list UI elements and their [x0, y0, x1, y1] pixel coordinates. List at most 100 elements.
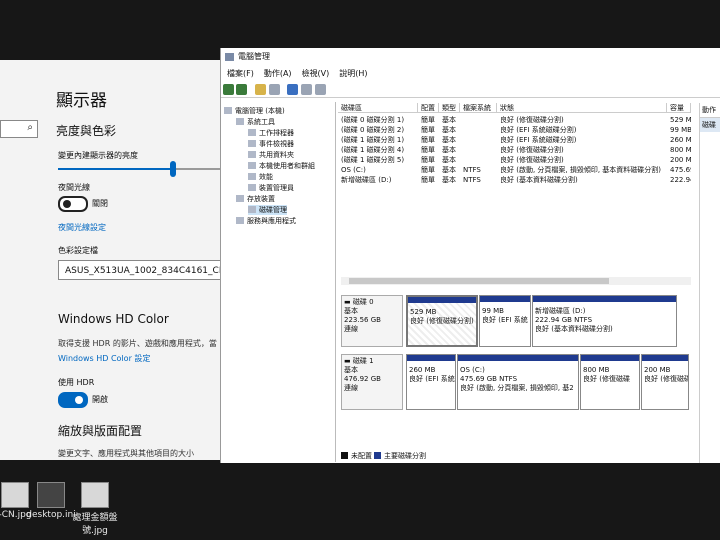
actions-pane: 動作 磁碟 — [699, 103, 720, 463]
tree-node-icon — [248, 140, 256, 147]
hd-color-description: 取得支援 HDR 的影片、遊戲和應用程式，當 — [58, 339, 217, 348]
brightness-slider[interactable] — [58, 168, 222, 170]
show-hide-tree-icon[interactable] — [269, 84, 280, 95]
tree-node-label: 事件檢視器 — [259, 140, 294, 148]
color-profile-dropdown[interactable]: ASUS_X513UA_1002_834C4161_CMDEF — [58, 260, 222, 280]
table-row[interactable]: (磁碟 1 磁碟分割 1) 簡單基本 良好 (EFI 系統磁碟分割) 260 MB — [338, 135, 691, 145]
disk-state: 連線 — [344, 384, 358, 392]
tree-node[interactable]: 事件檢視器 — [248, 139, 294, 149]
use-hdr-label: 使用 HDR — [58, 378, 95, 387]
table-row[interactable]: (磁碟 1 磁碟分割 4) 簡單基本 良好 (修復磁碟分割) 800 MB — [338, 145, 691, 155]
tree-node-icon — [236, 195, 244, 202]
actions-item[interactable]: 磁碟 — [700, 118, 720, 132]
menu-file[interactable]: 檔案(F) — [227, 69, 254, 78]
brightness-slider-thumb[interactable] — [170, 161, 176, 177]
menu-view[interactable]: 檢視(V) — [302, 69, 330, 78]
forward-icon[interactable] — [236, 84, 247, 95]
table-cell-fs — [460, 125, 497, 135]
partition-size: 475.69 GB NTFS — [460, 375, 518, 383]
table-cell-type: 基本 — [442, 116, 456, 124]
tree-node-icon — [236, 118, 244, 125]
partition-block[interactable]: 99 MB 良好 (EFI 系統 — [479, 295, 531, 347]
tree-node[interactable]: 磁碟管理 — [248, 205, 287, 215]
list-view-icon[interactable] — [315, 84, 326, 95]
column-header-layout[interactable]: 配置 — [418, 103, 439, 113]
back-icon[interactable] — [223, 84, 234, 95]
settings-file-icon — [37, 482, 65, 508]
table-cell-name: (磁碟 0 磁碟分割 1) — [341, 116, 405, 124]
brightness-label: 變更內建顯示器的亮度 — [58, 151, 138, 160]
table-cell-name: (磁碟 0 磁碟分割 2) — [341, 126, 405, 134]
hd-color-settings-link[interactable]: Windows HD Color 設定 — [58, 353, 150, 364]
table-cell-type: 基本 — [442, 146, 456, 154]
page-title: 顯示器 — [56, 91, 107, 111]
partition-status: 良好 (啟動, 分頁檔案, 損毀傾印, 基2 — [460, 384, 574, 392]
settings-display-window: ⌕ 顯示器 亮度與色彩 變更內建顯示器的亮度 夜間光線 關閉 夜間光線設定 色彩… — [0, 60, 222, 460]
legend-unallocated: 未配置 — [341, 451, 372, 461]
column-header-volume[interactable]: 磁碟區 — [338, 103, 418, 113]
tree-node[interactable]: 電腦管理 (本機) — [224, 106, 285, 116]
menu-action[interactable]: 動作(A) — [264, 69, 292, 78]
disk-graphical-view: ▬ 磁碟 0 基本 223.56 GB 連線 529 MB 良好 (修復磁碟分割… — [338, 291, 691, 461]
tree-node[interactable]: 裝置管理員 — [248, 183, 294, 193]
tree-node[interactable]: 系統工具 — [236, 117, 275, 127]
tree-node[interactable]: 本機使用者和群組 — [248, 161, 315, 171]
table-cell-fs — [460, 115, 497, 125]
use-hdr-toggle[interactable] — [58, 392, 88, 408]
table-cell-status: 良好 (修復磁碟分割) — [500, 116, 564, 124]
column-header-filesystem[interactable]: 檔案系統 — [460, 103, 497, 113]
disk-name: 磁碟 0 — [352, 298, 374, 306]
night-light-settings-link[interactable]: 夜間光線設定 — [58, 222, 106, 233]
tree-node[interactable]: 效能 — [248, 172, 273, 182]
search-icon: ⌕ — [27, 122, 33, 133]
table-row[interactable]: (磁碟 1 磁碟分割 5) 簡單基本 良好 (修復磁碟分割) 200 MB — [338, 155, 691, 165]
tree-node[interactable]: 共用資料夾 — [248, 150, 294, 160]
up-folder-icon[interactable] — [255, 84, 266, 95]
partition-block[interactable]: 200 MB 良好 (修復磁碟 — [641, 354, 689, 410]
partition-status: 良好 (基本資料磁碟分割) — [535, 325, 613, 333]
help-icon[interactable] — [287, 84, 298, 95]
tree-node-icon — [248, 173, 256, 180]
table-row[interactable]: 新增磁碟區 (D:) 簡單基本 NTFS 良好 (基本資料磁碟分割) 222.94 — [338, 175, 691, 185]
tree-node[interactable]: 存放裝置 — [236, 194, 275, 204]
partition-status: 良好 (修復磁碟 — [583, 375, 630, 383]
table-cell-layout: 簡單 — [421, 176, 435, 184]
horizontal-scrollbar[interactable] — [341, 277, 691, 285]
title-bar: 電腦管理 — [221, 48, 720, 66]
column-header-capacity[interactable]: 容量 — [667, 103, 691, 113]
partition-size: 260 MB — [409, 366, 436, 374]
partition-block[interactable]: 529 MB 良好 (修復磁碟分割) — [406, 295, 478, 347]
table-cell-layout: 簡單 — [421, 146, 435, 154]
night-light-toggle[interactable] — [58, 196, 88, 212]
menu-help[interactable]: 說明(H) — [339, 69, 367, 78]
partition-block[interactable]: 260 MB 良好 (EFI 系統 — [406, 354, 456, 410]
table-cell-fs: NTFS — [463, 166, 481, 174]
table-row[interactable]: (磁碟 0 磁碟分割 2) 簡單 基本 良好 (EFI 系統磁碟分割) 99 MB — [338, 125, 691, 135]
tree-node[interactable]: 服務與應用程式 — [236, 216, 296, 226]
night-light-state: 關閉 — [92, 199, 108, 208]
tree-node[interactable]: 工作排程器 — [248, 128, 294, 138]
tree-node-label: 效能 — [259, 173, 273, 181]
table-cell-type: 基本 — [442, 156, 456, 164]
table-cell-name: (磁碟 1 磁碟分割 1) — [341, 136, 405, 144]
disk-label[interactable]: ▬ 磁碟 0 基本 223.56 GB 連線 — [341, 295, 403, 347]
desktop-file-icon[interactable]: 處理金額盤號.jpg — [66, 482, 124, 536]
column-header-type[interactable]: 類型 — [439, 103, 460, 113]
partition-block[interactable]: 800 MB 良好 (修復磁碟 — [580, 354, 640, 410]
search-input[interactable]: ⌕ — [0, 120, 38, 138]
disk-name: 磁碟 1 — [352, 357, 374, 365]
menu-bar: 檔案(F) 動作(A) 檢視(V) 說明(H) — [221, 68, 720, 82]
desktop-icon-label: 處理金額盤號.jpg — [72, 513, 118, 536]
partition-size: 800 MB — [583, 366, 610, 374]
partition-block[interactable]: 新增磁碟區 (D:) 222.94 GB NTFS 良好 (基本資料磁碟分割) — [532, 295, 677, 347]
table-row[interactable]: (磁碟 0 磁碟分割 1) 簡單基本 良好 (修復磁碟分割) 529 MB — [338, 115, 691, 125]
table-cell-status: 良好 (EFI 系統磁碟分割) — [500, 126, 577, 134]
partition-block[interactable]: OS (C:) 475.69 GB NTFS 良好 (啟動, 分頁檔案, 損毀傾… — [457, 354, 579, 410]
table-row[interactable]: OS (C:) 簡單 基本 NTFS 良好 (啟動, 分頁檔案, 損毀傾印, 基本資料磁… — [338, 165, 691, 175]
partition-size: 99 MB — [482, 307, 504, 315]
disk-label[interactable]: ▬ 磁碟 1 基本 476.92 GB 連線 — [341, 354, 403, 410]
computer-management-window: 電腦管理 檔案(F) 動作(A) 檢視(V) 說明(H) 電腦管理 (本機) 系統工具工… — [220, 48, 720, 463]
table-cell-type: 基本 — [442, 166, 456, 174]
properties-icon[interactable] — [301, 84, 312, 95]
column-header-status[interactable]: 狀態 — [497, 103, 667, 113]
